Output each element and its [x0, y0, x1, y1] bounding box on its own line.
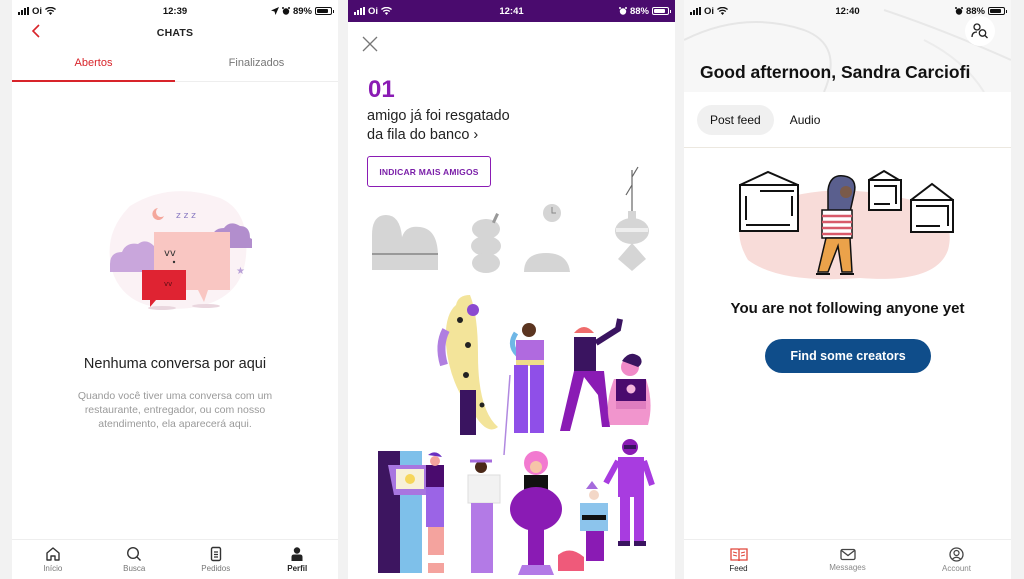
header: CHATS: [12, 22, 338, 44]
receipt-icon: [210, 546, 221, 562]
find-creators-button[interactable]: Find some creators: [765, 339, 931, 373]
wifi-icon: [45, 7, 57, 15]
svg-text:vv: vv: [164, 248, 176, 259]
feed-tabs: Post feed Audio: [684, 92, 1011, 148]
bank-decor-illustration: [372, 166, 649, 273]
carrier-label: Oi: [368, 5, 379, 17]
referral-count: 01: [368, 76, 395, 103]
mail-icon: [839, 548, 856, 560]
nav-label: Account: [942, 563, 971, 573]
svg-text:vv: vv: [164, 280, 172, 288]
close-icon: [362, 36, 378, 52]
battery-icon: [652, 7, 671, 15]
battery-icon: [988, 7, 1007, 15]
sleeping-chat-illustration: vv vv z z z ★: [109, 191, 252, 310]
person-icon: [291, 547, 303, 561]
gallery-illustration: [739, 169, 954, 280]
tab-finalizados[interactable]: Finalizados: [175, 44, 338, 81]
referral-message-link[interactable]: amigo já foi resgatado da fila do banco …: [367, 107, 510, 145]
header-banner: Oi 12:40 88% Good afternoon, Sandra Carc…: [684, 0, 1011, 92]
bottom-nav: Início Busca Pedidos Perfil: [12, 539, 338, 579]
nav-item-busca[interactable]: Busca: [94, 540, 176, 579]
nav-label: Busca: [123, 564, 146, 573]
battery-percent: 88%: [965, 5, 985, 17]
find-people-button[interactable]: [965, 16, 995, 46]
empty-state-title: You are not following anyone yet: [730, 300, 965, 317]
location-icon: [270, 7, 279, 15]
battery-percent: 89%: [292, 5, 312, 17]
status-time: 12:40: [835, 5, 860, 17]
people-figures-top: [437, 295, 651, 456]
carrier-label: Oi: [704, 5, 715, 17]
signal-icon: [18, 7, 29, 15]
book-icon: [729, 547, 748, 561]
nav-item-inicio[interactable]: Início: [12, 540, 94, 579]
signal-icon: [354, 7, 365, 15]
nav-item-perfil[interactable]: Perfil: [257, 540, 339, 579]
battery-percent: 88%: [629, 5, 649, 17]
empty-state-title: Nenhuma conversa por aqui: [83, 356, 267, 372]
bank-queue-illustration: [372, 166, 655, 575]
nav-label: Feed: [729, 563, 748, 573]
nav-label: Pedidos: [201, 564, 231, 573]
person-search-icon: [971, 23, 988, 39]
svg-text:z z z: z z z: [176, 211, 196, 221]
alarm-icon: [618, 7, 627, 15]
nav-label: Início: [43, 564, 63, 573]
tab-bar: Abertos Finalizados: [12, 44, 338, 82]
wifi-icon: [717, 7, 729, 15]
people-figures-bottom: [378, 439, 655, 575]
bottom-nav: Feed Messages Account: [684, 539, 1011, 579]
nav-item-messages[interactable]: Messages: [793, 540, 902, 579]
tab-post-feed[interactable]: Post feed: [697, 104, 774, 135]
search-icon: [127, 546, 142, 561]
greeting-title: Good afternoon, Sandra Carciofi: [700, 62, 971, 82]
referral-message-line1: amigo já foi resgatado: [367, 108, 510, 124]
nav-item-account[interactable]: Account: [902, 540, 1011, 579]
carrier-label: Oi: [32, 5, 43, 17]
battery-icon: [315, 7, 334, 15]
wifi-icon: [381, 7, 393, 15]
status-bar: Oi 12:40 88%: [684, 0, 1011, 22]
home-icon: [46, 547, 60, 561]
status-time: 12:39: [162, 5, 188, 17]
referral-message-line2: da fila do banco ›: [367, 127, 479, 143]
nav-item-pedidos[interactable]: Pedidos: [175, 540, 257, 579]
alarm-icon: [281, 7, 290, 15]
status-bar: Oi 12:41 88%: [348, 0, 675, 22]
feed-screen: Oi 12:40 88% Good afternoon, Sandra Carc…: [684, 0, 1011, 579]
chats-screen: Oi 12:39 89% CHATS Abertos Finalizados v…: [12, 0, 338, 579]
tab-audio[interactable]: Audio: [790, 105, 834, 135]
alarm-icon: [954, 7, 963, 15]
svg-text:★: ★: [236, 266, 245, 277]
account-icon: [949, 546, 964, 562]
referral-screen: Oi 12:41 88% 01 amigo já foi resgatado d…: [348, 0, 675, 579]
signal-icon: [690, 7, 701, 15]
nav-item-feed[interactable]: Feed: [684, 540, 793, 579]
nav-label: Messages: [829, 562, 866, 572]
empty-state-description: Quando você tiver uma conversa com um re…: [77, 390, 273, 430]
chevron-left-icon: [31, 24, 40, 38]
status-bar: Oi 12:39 89%: [12, 0, 338, 22]
page-title: CHATS: [156, 27, 194, 39]
status-time: 12:41: [499, 5, 524, 17]
tab-abertos[interactable]: Abertos: [12, 44, 175, 82]
nav-label: Perfil: [287, 564, 308, 573]
back-button[interactable]: [31, 24, 40, 43]
close-button[interactable]: [360, 34, 380, 54]
